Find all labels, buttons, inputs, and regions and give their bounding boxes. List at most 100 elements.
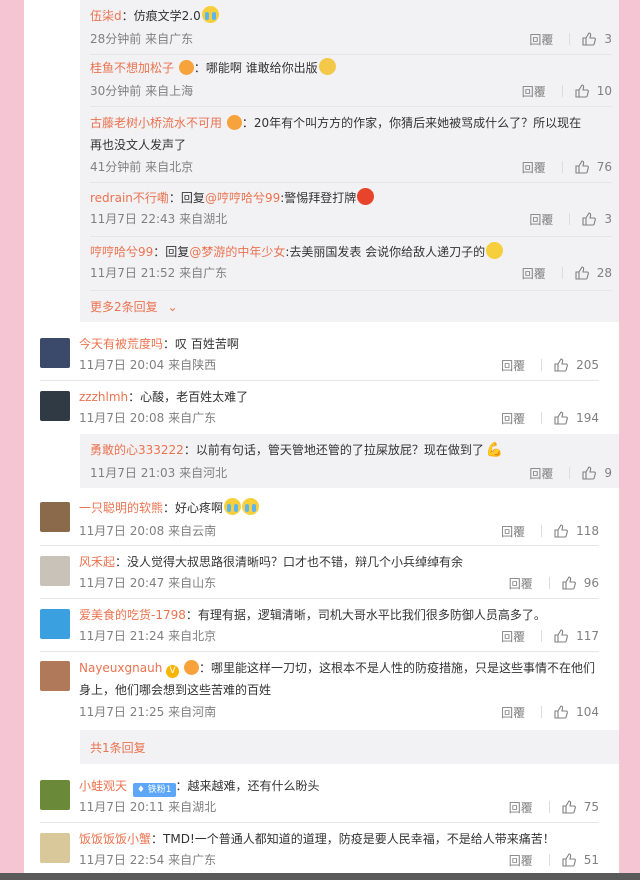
heart-badge-icon xyxy=(183,660,199,675)
fan-badge-label: 铁粉1 xyxy=(147,785,172,795)
user-link[interactable]: 饭饭饭饭小蟹 xyxy=(79,832,151,846)
divider xyxy=(90,54,612,55)
sub-reply-item: 哼哼哈兮99：回复@梦游的中年少女:去美丽国发表 会说你给敌人递刀子的 11月7… xyxy=(90,242,612,290)
like-count: 9 xyxy=(604,466,612,480)
separator: ： xyxy=(175,779,188,793)
reply-button[interactable]: 回覆 xyxy=(522,83,546,100)
bottom-scrollbar[interactable] xyxy=(0,873,640,880)
avatar[interactable] xyxy=(40,780,70,810)
like-button[interactable]: 76 xyxy=(575,160,612,174)
reply-button[interactable]: 回覆 xyxy=(509,799,533,816)
like-button[interactable]: 3 xyxy=(582,32,612,46)
verified-v-icon: V xyxy=(166,665,180,678)
chevron-down-icon: ⌄ xyxy=(167,300,178,314)
like-count: 10 xyxy=(596,84,612,98)
user-link[interactable]: 桂鱼不想加松子 xyxy=(90,61,174,75)
wink-emoji-icon xyxy=(318,58,336,75)
user-link[interactable]: 勇敢的心333222 xyxy=(90,443,184,457)
reply-button[interactable]: 回覆 xyxy=(509,852,533,869)
divider xyxy=(40,380,599,381)
like-count: 51 xyxy=(583,853,599,867)
comment-meta: 41分钟前 来自北京 xyxy=(90,160,194,174)
comment-text: 有理有据，逻辑清晰，司机大哥水平比我们很多防御人员高多了。 xyxy=(197,608,546,622)
user-link[interactable]: 风禾起 xyxy=(79,555,115,569)
avatar[interactable] xyxy=(40,502,70,532)
like-count: 117 xyxy=(576,629,599,643)
user-link[interactable]: 哼哼哈兮99 xyxy=(90,245,153,259)
fan-level-badge: ♦ 铁粉1 xyxy=(132,783,176,797)
reply-button[interactable]: 回覆 xyxy=(522,159,546,176)
user-link[interactable]: redrain不行嘞 xyxy=(90,191,169,205)
comment-text: 越来越难，还有什么盼头 xyxy=(187,779,320,793)
user-link[interactable]: 一只聪明的软熊 xyxy=(79,501,163,515)
like-button[interactable]: 118 xyxy=(554,524,599,538)
avatar[interactable] xyxy=(40,556,70,586)
reply-button[interactable]: 回覆 xyxy=(529,465,553,482)
action-divider xyxy=(541,525,543,537)
comment-meta: 11月7日 21:24 来自北京 xyxy=(79,629,217,643)
like-button[interactable]: 96 xyxy=(562,576,599,590)
like-button[interactable]: 75 xyxy=(562,800,599,814)
crying-emoji-icon xyxy=(201,6,219,23)
reply-button[interactable]: 回覆 xyxy=(529,31,553,48)
user-link[interactable]: 爱美食的吃货-1798 xyxy=(79,608,186,622)
comment-item: 风禾起：没人觉得大叔思路很清晰吗？口才也不错，辩几个小兵绰绰有余 11月7日 2… xyxy=(24,552,599,594)
sub-reply-item: 勇敢的心333222：以前有句话，管天管地还管的了拉屎放屁？现在做到了 💪 11月… xyxy=(90,440,612,484)
more-replies-link[interactable]: 更多2条回复 ⌄ xyxy=(90,298,178,315)
like-button[interactable]: 9 xyxy=(582,466,612,480)
user-link[interactable]: 今天有被荒度吗 xyxy=(79,337,163,351)
like-button[interactable]: 51 xyxy=(562,853,599,867)
reply-button[interactable]: 回覆 xyxy=(501,357,525,374)
comment-meta: 11月7日 22:54 来自广东 xyxy=(79,853,217,867)
like-button[interactable]: 117 xyxy=(554,629,599,643)
like-button[interactable]: 205 xyxy=(554,358,599,372)
like-button[interactable]: 10 xyxy=(575,84,612,98)
like-button[interactable]: 104 xyxy=(554,705,599,719)
avatar[interactable] xyxy=(40,338,70,368)
reply-button[interactable]: 回覆 xyxy=(501,523,525,540)
comment-text: 没人觉得大叔思路很清晰吗？口才也不错，辩几个小兵绰绰有余 xyxy=(127,555,464,569)
sub-reply-item: 桂鱼不想加松子 ：哪能啊 谁敢给你出版 30分钟前 来自上海 回覆 10 xyxy=(90,58,612,106)
reply-button[interactable]: 回覆 xyxy=(522,265,546,282)
reply-button[interactable]: 回覆 xyxy=(509,575,533,592)
comment-text: 仿痕文学2.0 xyxy=(133,9,201,23)
separator: ： xyxy=(151,832,164,846)
user-link[interactable]: 古藤老树小桥流水不可用 xyxy=(90,116,222,130)
user-link[interactable]: zzzhlmh xyxy=(79,390,128,404)
user-link[interactable]: 伍柒d xyxy=(90,9,122,23)
comment-item: 爱美食的吃货-1798：有理有据，逻辑清晰，司机大哥水平比我们很多防御人员高多了… xyxy=(24,605,599,647)
crying-emoji-icon xyxy=(224,498,242,515)
comment-actions: 回覆 9 xyxy=(529,464,612,482)
comment-item: 小蛙观天 ♦ 铁粉1 ：越来越难，还有什么盼头 11月7日 20:11 来自湖北 … xyxy=(24,776,599,818)
avatar[interactable] xyxy=(40,391,70,421)
like-count: 96 xyxy=(583,576,599,590)
avatar[interactable] xyxy=(40,661,70,691)
mention-link[interactable]: @哼哼哈兮99 xyxy=(205,191,280,205)
avatar[interactable] xyxy=(40,833,70,863)
thumbs-up-icon xyxy=(575,266,589,280)
user-link[interactable]: 小蛙观天 xyxy=(79,779,127,793)
comment-actions: 回覆 117 xyxy=(501,627,599,645)
sub-reply-item: redrain不行嘞：回复@哼哼哈兮99:警惕拜登打牌 11月7日 22:43 … xyxy=(90,188,612,236)
like-button[interactable]: 3 xyxy=(582,212,612,226)
total-replies-link[interactable]: 共1条回复 xyxy=(90,739,146,756)
thumbs-up-icon xyxy=(582,32,597,46)
like-button[interactable]: 28 xyxy=(575,266,612,280)
reply-button[interactable]: 回覆 xyxy=(529,211,553,228)
reply-prefix: 回复 xyxy=(165,245,190,259)
sub-reply-box: 勇敢的心333222：以前有句话，管天管地还管的了拉屎放屁？现在做到了 💪 11月… xyxy=(80,434,619,488)
mention-link[interactable]: @梦游的中年少女 xyxy=(189,245,285,259)
separator: ： xyxy=(168,191,181,205)
comment-actions: 回覆 76 xyxy=(522,158,612,176)
reply-button[interactable]: 回覆 xyxy=(501,704,525,721)
reply-button[interactable]: 回覆 xyxy=(501,628,525,645)
sub-reply-item: 古藤老树小桥流水不可用 ：20年有个叫方方的作家，你猜后来她被骂成什么了？所以现… xyxy=(90,112,612,176)
comment-text: :警惕拜登打牌 xyxy=(280,191,357,205)
comment-actions: 回覆 118 xyxy=(501,522,599,540)
action-divider xyxy=(569,213,571,225)
separator: ： xyxy=(153,245,166,259)
avatar[interactable] xyxy=(40,609,70,639)
reply-button[interactable]: 回覆 xyxy=(501,410,525,427)
like-button[interactable]: 194 xyxy=(554,411,599,425)
user-link[interactable]: Nayeuxgnauh xyxy=(79,661,162,675)
